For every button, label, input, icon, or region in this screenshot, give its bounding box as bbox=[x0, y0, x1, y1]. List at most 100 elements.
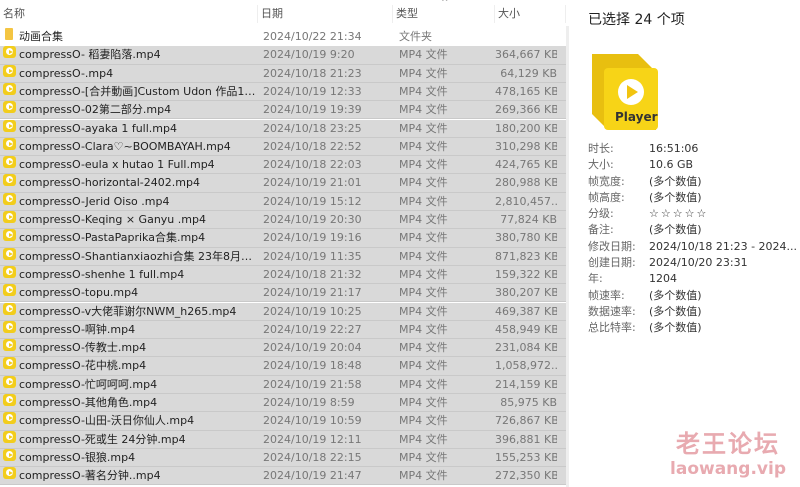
file-row[interactable]: compressO-02第二部分.mp4 2024/10/19 19:39 MP… bbox=[0, 101, 566, 120]
file-size: 458,949 KB bbox=[495, 322, 557, 336]
file-row[interactable]: compressO-topu.mp4 2024/10/19 21:17 MP4 … bbox=[0, 284, 566, 303]
file-date: 2024/10/19 11:35 bbox=[263, 249, 362, 263]
file-row[interactable]: compressO-.mp4 2024/10/18 21:23 MP4 文件 6… bbox=[0, 64, 566, 83]
file-date: 2024/10/19 12:33 bbox=[263, 84, 362, 98]
file-type: 文件夹 bbox=[399, 30, 432, 43]
video-file-icon bbox=[3, 467, 16, 480]
file-row[interactable]: compressO-银狼.mp4 2024/10/18 22:15 MP4 文件… bbox=[0, 448, 566, 468]
file-date: 2024/10/19 21:17 bbox=[263, 286, 362, 300]
folder-row[interactable]: 动画合集 2024/10/22 21:34 文件夹 bbox=[0, 28, 566, 46]
property-value: 10.6 GB bbox=[649, 158, 694, 172]
watermark-text: 老王论坛 bbox=[676, 430, 781, 458]
file-row[interactable]: compressO-山田-沃日你仙人.mp4 2024/10/19 10:59 … bbox=[0, 412, 566, 431]
property-row: 修改日期: 2024/10/18 21:23 - 2024... bbox=[588, 239, 798, 255]
file-size: 478,165 KB bbox=[495, 84, 557, 98]
file-size: 159,322 KB bbox=[495, 267, 557, 281]
file-type: MP4 文件 bbox=[399, 322, 448, 336]
file-date: 2024/10/19 15:12 bbox=[263, 194, 362, 208]
file-list: 名称 日期 类型 ^ 大小 动画合集 2024/10/22 21:34 文件夹 c… bbox=[0, 0, 569, 487]
file-row[interactable]: compressO-其他角色.mp4 2024/10/19 8:59 MP4 文… bbox=[0, 394, 566, 413]
file-size: 396,881 KB bbox=[495, 432, 557, 446]
video-file-icon bbox=[3, 265, 16, 278]
file-size: 155,253 KB bbox=[495, 450, 557, 464]
file-date: 2024/10/18 23:25 bbox=[263, 121, 362, 135]
property-row: 帧速率: (多个数值) bbox=[588, 288, 798, 304]
property-label: 分级: bbox=[588, 207, 614, 221]
property-row: 时长: 16:51:06 bbox=[588, 141, 798, 157]
file-name: compressO-.mp4 bbox=[19, 66, 114, 80]
property-row: 分级: ☆☆☆☆☆ bbox=[588, 206, 798, 222]
property-label: 时长: bbox=[588, 142, 614, 155]
file-size: 269,366 KB bbox=[495, 103, 557, 117]
file-row[interactable]: compressO-ayaka 1 full.mp4 2024/10/18 23… bbox=[0, 119, 566, 138]
file-row[interactable]: compressO-PastaPaprika合集.mp4 2024/10/19 … bbox=[0, 229, 566, 248]
file-type: MP4 文件 bbox=[399, 84, 448, 98]
property-row: 数据速率: (多个数值) bbox=[588, 304, 798, 320]
file-type: MP4 文件 bbox=[399, 341, 448, 355]
file-date: 2024/10/19 19:39 bbox=[263, 103, 362, 117]
file-date: 2024/10/18 22:15 bbox=[263, 450, 362, 464]
file-row[interactable]: compressO-著名分钟..mp4 2024/10/19 21:47 MP4… bbox=[0, 467, 566, 486]
file-date: 2024/10/19 19:16 bbox=[263, 231, 362, 245]
details-pane: 已选择 24 个项 Player 时长: 16:51:06 大小: 10.6 GB 帧宽… bbox=[578, 0, 800, 487]
sort-asc-icon: ^ bbox=[441, 0, 449, 8]
column-header-date[interactable]: 日期 bbox=[258, 5, 393, 23]
file-size: 726,867 KB bbox=[495, 414, 557, 428]
file-row[interactable]: compressO-Clara♡~BOOMBAYAH.mp4 2024/10/1… bbox=[0, 137, 566, 157]
file-row[interactable]: compressO-死或生 24分钟.mp4 2024/10/19 12:11 … bbox=[0, 430, 566, 449]
file-size: 1,058,972... bbox=[495, 359, 557, 373]
watermark: 老王论坛 laowang.vip bbox=[670, 424, 786, 479]
file-type: MP4 文件 bbox=[399, 48, 448, 62]
property-label: 年: bbox=[588, 272, 603, 286]
file-name: compressO- 稻妻陷落.mp4 bbox=[19, 48, 161, 62]
property-value: (多个数值) bbox=[649, 288, 702, 302]
column-header-name[interactable]: 名称 bbox=[0, 5, 258, 23]
file-type: MP4 文件 bbox=[399, 103, 448, 117]
file-row[interactable]: compressO-horizontal-2402.mp4 2024/10/19… bbox=[0, 174, 566, 193]
property-row: 备注: (多个数值) bbox=[588, 222, 798, 238]
file-row[interactable]: compressO-传教士.mp4 2024/10/19 20:04 MP4 文… bbox=[0, 339, 566, 358]
file-size: 364,667 KB bbox=[495, 48, 557, 62]
property-value: 2024/10/18 21:23 - 2024... bbox=[649, 239, 798, 253]
video-file-icon bbox=[3, 174, 16, 187]
file-size: 272,350 KB bbox=[495, 469, 557, 483]
property-label: 备注: bbox=[588, 223, 614, 237]
file-row[interactable]: compressO-v大佬菲谢尔NWM_h265.mp4 2024/10/19 … bbox=[0, 302, 566, 321]
video-file-icon bbox=[3, 101, 16, 114]
property-label: 帧高度: bbox=[588, 190, 625, 204]
column-header-type[interactable]: 类型 ^ bbox=[393, 0, 495, 23]
file-row[interactable]: compressO-啊钟.mp4 2024/10/19 22:27 MP4 文件… bbox=[0, 320, 566, 340]
file-name: compressO-topu.mp4 bbox=[19, 286, 139, 300]
file-type: MP4 文件 bbox=[399, 359, 448, 373]
file-type: MP4 文件 bbox=[399, 267, 448, 281]
scrollbar[interactable] bbox=[566, 26, 569, 487]
file-row[interactable]: compressO-Shantianxiaozhi合集 23年8月停更.... … bbox=[0, 247, 566, 266]
video-file-icon bbox=[3, 284, 16, 297]
file-row[interactable]: compressO-Jerid Oiso .mp4 2024/10/19 15:… bbox=[0, 192, 566, 211]
rating-stars[interactable]: ☆☆☆☆☆ bbox=[649, 206, 799, 222]
property-label: 总比特率: bbox=[588, 321, 636, 335]
file-row[interactable]: compressO- 稻妻陷落.mp4 2024/10/19 9:20 MP4 … bbox=[0, 46, 566, 65]
file-date: 2024/10/19 10:25 bbox=[263, 304, 362, 318]
file-date: 2024/10/18 21:32 bbox=[263, 267, 362, 281]
file-type: MP4 文件 bbox=[399, 176, 448, 190]
file-row[interactable]: compressO-[合并動画]Custom Udon 作品1小时... 202… bbox=[0, 82, 566, 102]
file-name: compressO-Jerid Oiso .mp4 bbox=[19, 194, 170, 208]
file-type: MP4 文件 bbox=[399, 377, 448, 391]
file-row[interactable]: compressO-Keqing × Ganyu .mp4 2024/10/19… bbox=[0, 211, 566, 230]
file-row[interactable]: compressO-shenhe 1 full.mp4 2024/10/18 2… bbox=[0, 265, 566, 285]
property-value: (多个数值) bbox=[649, 190, 702, 204]
file-type: MP4 文件 bbox=[399, 469, 448, 483]
video-file-icon bbox=[3, 430, 16, 443]
file-row[interactable]: compressO-忙呵呵呵.mp4 2024/10/19 21:58 MP4 … bbox=[0, 375, 566, 394]
file-row[interactable]: compressO-eula x hutao 1 Full.mp4 2024/1… bbox=[0, 156, 566, 175]
file-size: 469,387 KB bbox=[495, 304, 557, 318]
video-file-icon bbox=[3, 357, 16, 370]
file-date: 2024/10/19 10:59 bbox=[263, 414, 362, 428]
file-date: 2024/10/19 20:04 bbox=[263, 341, 362, 355]
file-row[interactable]: compressO-花中桃.mp4 2024/10/19 18:48 MP4 文… bbox=[0, 357, 566, 376]
file-type: MP4 文件 bbox=[399, 213, 448, 226]
column-header-size[interactable]: 大小 bbox=[495, 5, 566, 23]
file-date: 2024/10/19 21:58 bbox=[263, 377, 362, 391]
property-label: 创建日期: bbox=[588, 256, 636, 270]
